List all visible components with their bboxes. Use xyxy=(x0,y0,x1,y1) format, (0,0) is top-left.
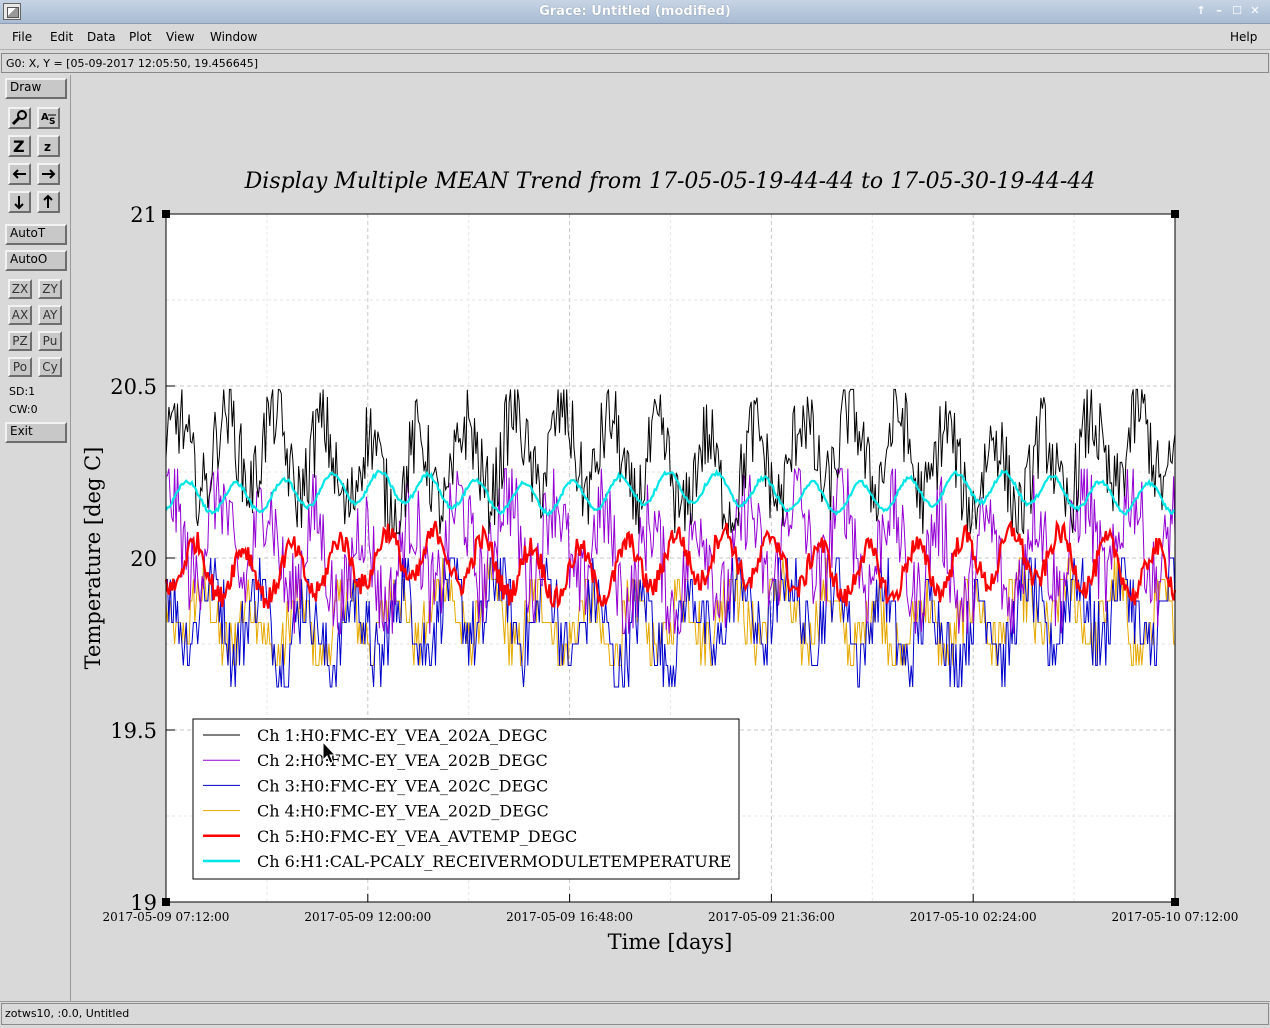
status-bar: zotws10, :0.0, Untitled xyxy=(0,1001,1270,1028)
menu-plot[interactable]: Plot xyxy=(129,30,152,44)
y-tick-label: 19 xyxy=(130,891,157,915)
window-titlebar[interactable]: Grace: Untitled (modified) ↑ – ☐ ✕ xyxy=(0,0,1270,24)
legend-entry[interactable]: Ch 1:H0:FMC-EY_VEA_202A_DEGC xyxy=(257,726,548,745)
status-frame xyxy=(1,1003,1269,1025)
zoom-out-icon[interactable]: z xyxy=(37,135,60,157)
set-depth-label: SD:1 xyxy=(9,385,36,398)
y-tick-label: 19.5 xyxy=(110,719,157,743)
window-raise-button[interactable]: ↑ xyxy=(1194,4,1208,18)
window-minimize-button[interactable]: – xyxy=(1212,4,1226,18)
locator-bar: G0: X, Y = [05-09-2017 12:05:50, 19.4566… xyxy=(1,53,1269,73)
legend-entry[interactable]: Ch 4:H0:FMC-EY_VEA_202D_DEGC xyxy=(257,802,549,821)
chart[interactable]: 2017-05-09 07:12:00 2017-05-09 12:00:00 20… xyxy=(74,75,1270,1001)
x-tick-label: 2017-05-10 02:24:00 xyxy=(910,910,1037,924)
legend[interactable]: Ch 1:H0:FMC-EY_VEA_202A_DEGC Ch 2:H0:FMC-… xyxy=(192,718,740,880)
legend-entry[interactable]: Ch 5:H0:FMC-EY_VEA_AVTEMP_DEGC xyxy=(257,827,577,846)
exit-button[interactable]: Exit xyxy=(5,422,67,443)
toolbox-panel: Draw AS Z z AutoT AutoO ZX ZY AX AY PZ P… xyxy=(0,75,71,1001)
zx-button[interactable]: ZX xyxy=(8,279,32,299)
x-tick-label: 2017-05-09 16:48:00 xyxy=(506,910,633,924)
menu-file[interactable]: File xyxy=(12,30,32,44)
ay-button[interactable]: AY xyxy=(38,305,62,325)
svg-text:z: z xyxy=(44,140,51,154)
scroll-up-icon[interactable] xyxy=(37,191,60,213)
plot-canvas[interactable]: 2017-05-09 07:12:00 2017-05-09 12:00:00 20… xyxy=(74,75,1270,1001)
scroll-down-icon[interactable] xyxy=(8,191,31,213)
autoo-button[interactable]: AutoO xyxy=(5,250,67,271)
menu-edit[interactable]: Edit xyxy=(50,30,73,44)
resize-handle[interactable] xyxy=(1171,898,1179,906)
x-tick-label: 2017-05-09 21:36:00 xyxy=(708,910,835,924)
svg-text:A: A xyxy=(41,112,49,123)
resize-handle[interactable] xyxy=(162,898,170,906)
window-close-button[interactable]: ✕ xyxy=(1248,4,1262,18)
pz-button[interactable]: PZ xyxy=(8,331,32,351)
scroll-right-icon[interactable] xyxy=(37,163,60,185)
status-text: zotws10, :0.0, Untitled xyxy=(5,1007,130,1020)
scroll-left-icon[interactable] xyxy=(8,163,31,185)
autoscale-text-icon[interactable]: AS xyxy=(37,107,60,129)
x-axis-label: Time [days] xyxy=(608,930,733,954)
po-button[interactable]: Po xyxy=(8,357,32,377)
x-tick-label: 2017-05-09 12:00:00 xyxy=(304,910,431,924)
svg-text:S: S xyxy=(49,117,55,127)
y-tick-label: 21 xyxy=(130,203,157,227)
window-maximize-button[interactable]: ☐ xyxy=(1230,4,1244,18)
svg-text:Z: Z xyxy=(13,137,25,155)
chart-title: Display Multiple MEAN Trend from 17-05-0… xyxy=(244,169,1096,194)
menubar: File Edit Data Plot View Window Help xyxy=(0,25,1270,50)
x-tick-label: 2017-05-09 07:12:00 xyxy=(103,910,230,924)
menu-window[interactable]: Window xyxy=(210,30,257,44)
legend-entry[interactable]: Ch 3:H0:FMC-EY_VEA_202C_DEGC xyxy=(257,776,548,795)
menu-view[interactable]: View xyxy=(166,30,194,44)
cy-button[interactable]: Cy xyxy=(38,357,62,377)
zoom-icon[interactable] xyxy=(8,107,31,129)
zoom-in-icon[interactable]: Z xyxy=(8,135,31,157)
resize-handle[interactable] xyxy=(1171,210,1179,218)
legend-entry[interactable]: Ch 6:H1:CAL-PCALY_RECEIVERMODULETEMPERAT… xyxy=(257,852,731,871)
y-tick-label: 20 xyxy=(130,547,157,571)
pu-button[interactable]: Pu xyxy=(38,331,62,351)
x-tick-label: 2017-05-10 07:12:00 xyxy=(1112,910,1239,924)
menu-help[interactable]: Help xyxy=(1230,30,1257,44)
resize-handle[interactable] xyxy=(162,210,170,218)
window-title: Grace: Untitled (modified) xyxy=(539,4,731,19)
legend-entry[interactable]: Ch 2:H0:FMC-EY_VEA_202B_DEGC xyxy=(257,751,548,770)
autot-button[interactable]: AutoT xyxy=(5,224,67,245)
zy-button[interactable]: ZY xyxy=(38,279,62,299)
current-world-label: CW:0 xyxy=(9,403,38,416)
draw-button[interactable]: Draw xyxy=(5,78,67,99)
menu-data[interactable]: Data xyxy=(87,30,116,44)
y-axis-label: Temperature [deg C] xyxy=(81,447,105,670)
ax-button[interactable]: AX xyxy=(8,305,32,325)
y-tick-label: 20.5 xyxy=(110,375,157,399)
